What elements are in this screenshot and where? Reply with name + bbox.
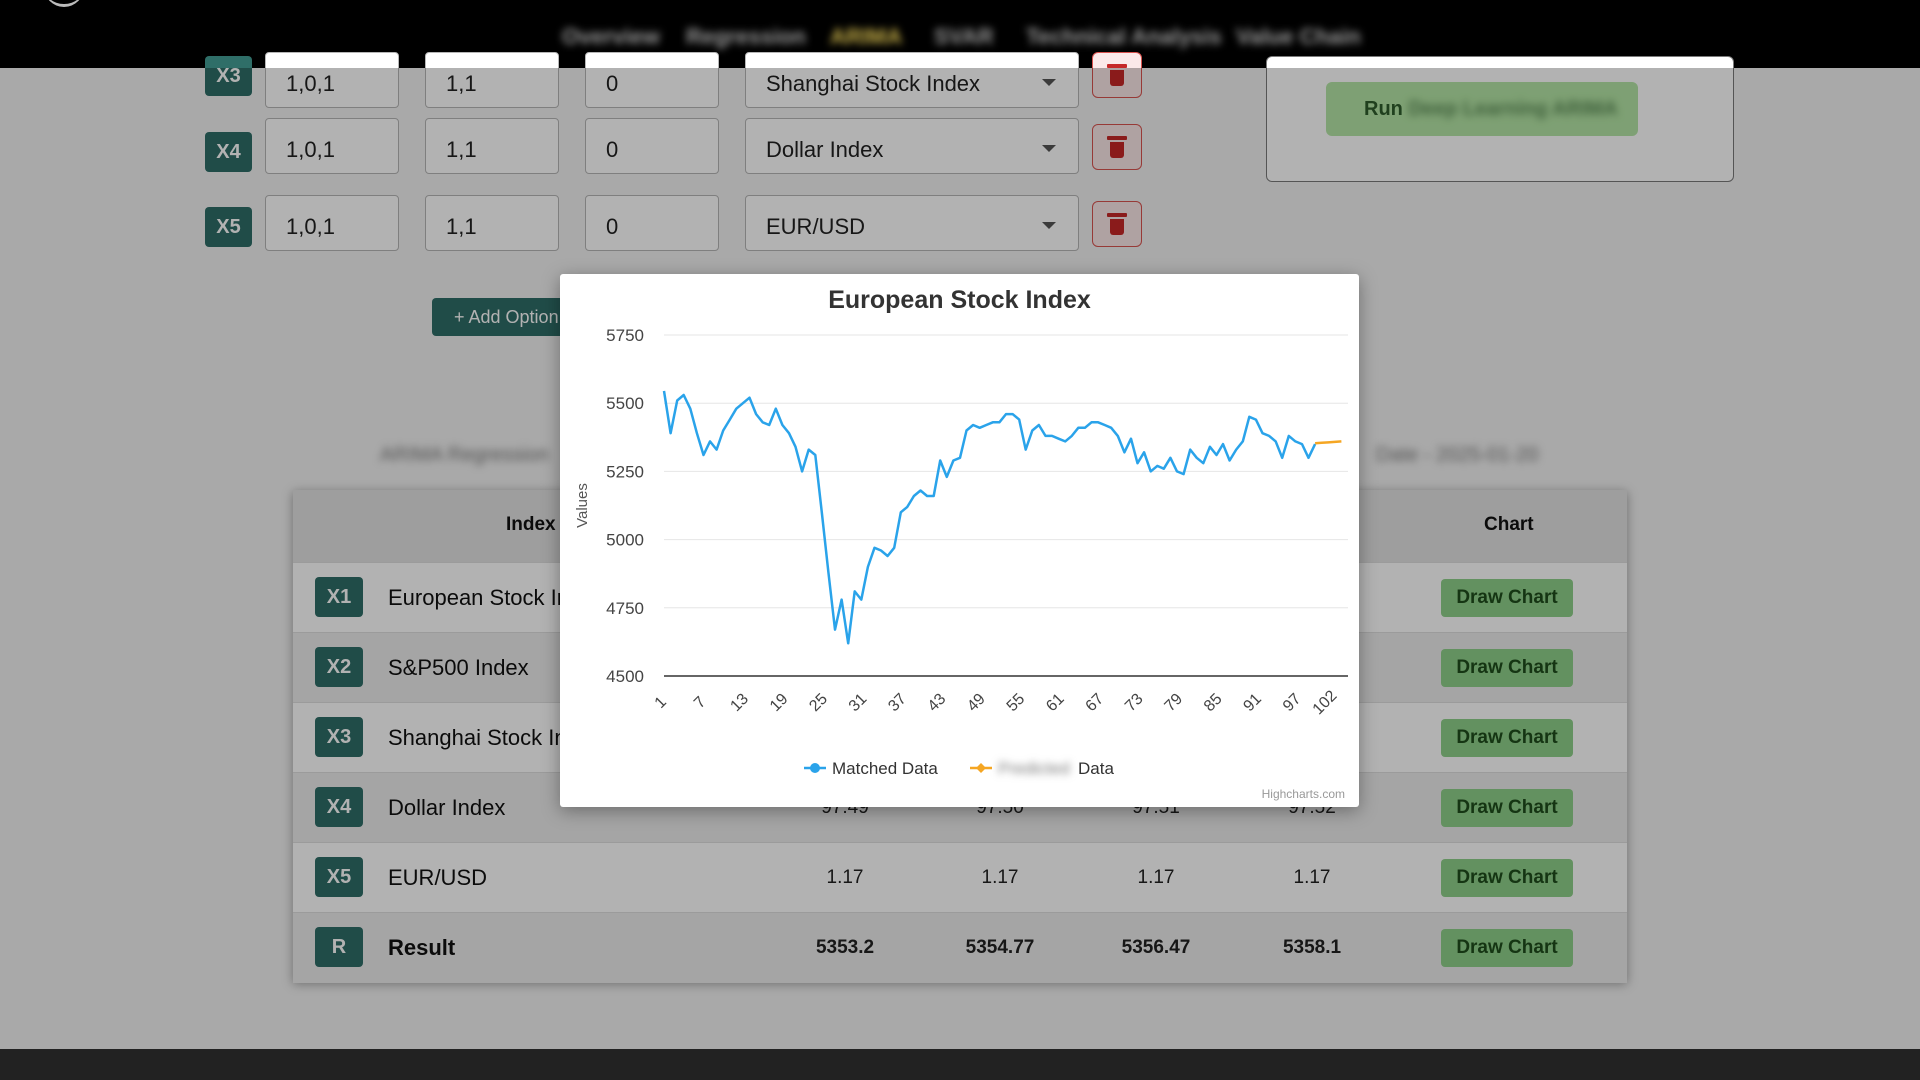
y-tick-label: 5250: [606, 462, 644, 481]
legend-label-predicted: Data: [1078, 759, 1114, 778]
legend-label-predicted-prefix: Predicted: [998, 759, 1070, 778]
series-line-predicted: [1315, 440, 1342, 445]
y-tick-label: 4750: [606, 599, 644, 618]
x-tick-label: 102: [1310, 687, 1341, 718]
y-tick-label: 5000: [606, 531, 644, 550]
y-tick-label: 4500: [606, 667, 644, 686]
chart-credits[interactable]: Highcharts.com: [1262, 787, 1345, 801]
x-tick-label: 91: [1240, 690, 1265, 715]
line-chart: 4500 4750 5000 5250 5500 5750 1 7 13 19 25 31 37 43 49…: [574, 326, 1348, 778]
x-tick-label: 13: [727, 690, 752, 715]
x-tick-label: 85: [1201, 690, 1226, 715]
series-line-matched: [662, 390, 1317, 645]
chart-modal: European Stock Index 4500 4750 5000 5250 550…: [560, 274, 1359, 807]
x-tick-label: 1: [652, 694, 670, 712]
x-tick-label: 73: [1122, 690, 1147, 715]
x-tick-label: 43: [925, 690, 950, 715]
x-tick-label: 31: [846, 690, 871, 715]
nav-item-overview[interactable]: Overview: [562, 22, 660, 52]
x-tick-label: 67: [1083, 690, 1108, 715]
x-tick-label: 97: [1280, 690, 1305, 715]
x-tick-label: 37: [885, 690, 910, 715]
x-tick-label: 19: [767, 690, 792, 715]
nav-item-value-chain[interactable]: Value Chain: [1236, 22, 1361, 52]
legend-label-matched: Matched Data: [832, 759, 938, 778]
x-tick-label: 55: [1004, 690, 1029, 715]
y-axis-title: Values: [574, 483, 591, 528]
x-tick-label: 49: [964, 690, 989, 715]
y-tick-label: 5500: [606, 394, 644, 413]
legend-dot-predicted: [976, 763, 986, 773]
x-tick-label: 79: [1162, 690, 1187, 715]
footer-bar: [0, 1049, 1920, 1080]
nav-item-svar[interactable]: SVAR: [934, 22, 994, 52]
x-tick-label: 7: [691, 694, 709, 712]
nav-item-arima[interactable]: ARIMA: [830, 22, 902, 52]
y-tick-label: 5750: [606, 326, 644, 345]
legend-dot-matched: [810, 763, 820, 773]
x-tick-label: 25: [806, 690, 831, 715]
nav-item-technical-analysis[interactable]: Technical Analysis: [1026, 22, 1222, 52]
nav-item-regression[interactable]: Regression: [686, 22, 806, 52]
x-tick-label: 61: [1043, 690, 1068, 715]
logo[interactable]: [44, 0, 84, 7]
